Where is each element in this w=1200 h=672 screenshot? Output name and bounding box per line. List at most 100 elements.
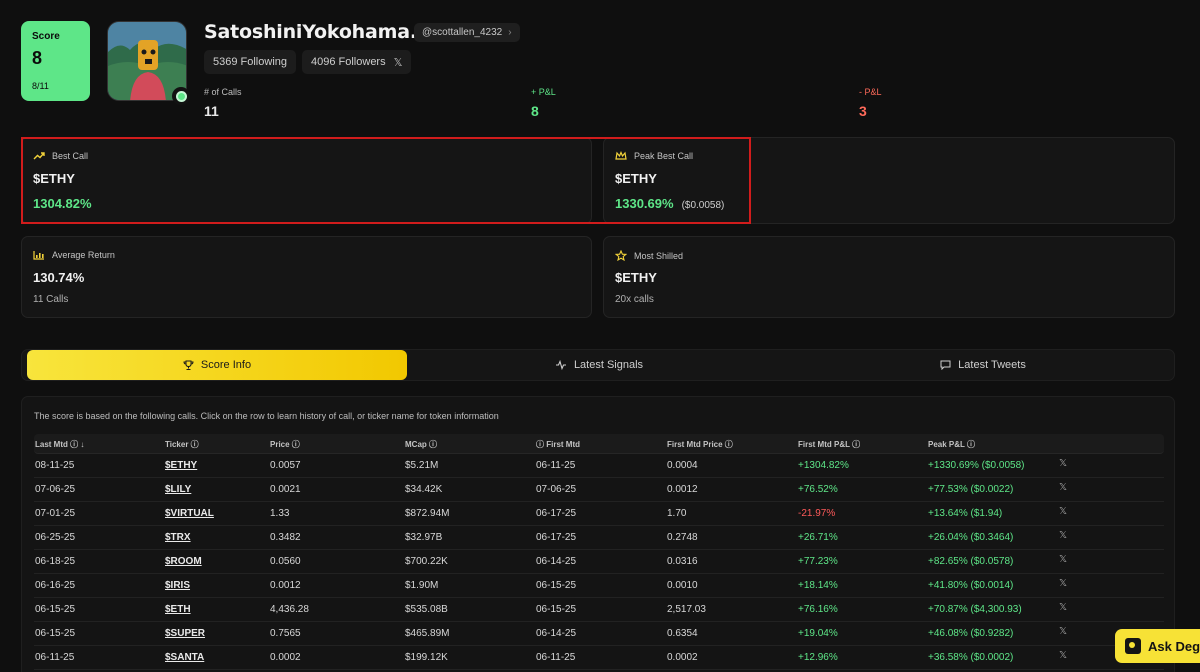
chevron-right-icon: › — [508, 27, 512, 38]
x-share-icon[interactable]: 𝕏 — [1059, 626, 1067, 637]
followers-pill[interactable]: 4096 Followers 𝕏 — [302, 50, 412, 74]
ticker-link[interactable]: $ROOM — [165, 556, 202, 567]
table-cell: 07-06-25 — [536, 484, 577, 495]
table-row[interactable]: 06-11-25 $SANTA 0.0002 $199.12K 06-11-25 0.00… — [34, 646, 1164, 670]
table-cell: 06-17-25 — [536, 508, 577, 519]
average-return-sub: 11 Calls — [33, 294, 69, 305]
x-share-icon[interactable]: 𝕏 — [1059, 554, 1067, 565]
ask-dege-label: Ask Dege — [1148, 638, 1200, 654]
col-first-mtd[interactable]: ⓘ First Mtd — [536, 439, 580, 450]
table-row[interactable]: 06-25-25 $TRX 0.3482 $32.97B 06-17-25 0.2748 +… — [34, 526, 1164, 550]
table-cell: -21.97% — [798, 508, 836, 519]
table-cell: 0.0002 — [667, 652, 698, 663]
table-cell: +1330.69% ($0.0058) — [928, 460, 1025, 471]
table-cell: +19.04% — [798, 628, 838, 639]
table-cell: 06-16-25 — [35, 580, 76, 591]
handle-link[interactable]: @scottallen_4232 › — [414, 23, 520, 42]
col-first-mtd-price[interactable]: First Mtd Price ⓘ — [667, 439, 733, 450]
x-share-icon[interactable]: 𝕏 — [1059, 602, 1067, 613]
message-icon — [940, 360, 951, 370]
table-row[interactable]: 08-11-25 $ETHY 0.0057 $5.21M 06-11-25 0.0004 +… — [34, 454, 1164, 478]
ticker-link[interactable]: $IRIS — [165, 580, 190, 591]
score-sub: 8/11 — [32, 81, 49, 91]
table-cell: 0.0316 — [667, 556, 698, 567]
table-cell: 06-11-25 — [536, 460, 576, 471]
table-cell: 0.0057 — [270, 460, 301, 471]
following-count: 5369 Following — [213, 56, 287, 68]
x-share-icon[interactable]: 𝕏 — [1059, 482, 1067, 493]
score-info-panel: The score is based on the following call… — [21, 396, 1175, 672]
table-row[interactable]: 07-06-25 $LILY 0.0021 $34.42K 07-06-25 0.0012… — [34, 478, 1164, 502]
table-cell: $1.90M — [405, 580, 439, 591]
col-last-mtd[interactable]: Last Mtd ⓘ ↓ — [35, 439, 84, 450]
table-cell: +18.14% — [798, 580, 838, 591]
ticker-link[interactable]: $ETHY — [165, 460, 197, 471]
table-row[interactable]: 06-16-25 $IRIS 0.0012 $1.90M 06-15-25 0.0010 +… — [34, 574, 1164, 598]
table-row[interactable]: 06-18-25 $ROOM 0.0560 $700.22K 06-14-25 0.031… — [34, 550, 1164, 574]
ticker-link[interactable]: $TRX — [165, 532, 191, 543]
ticker-link[interactable]: $LILY — [165, 484, 191, 495]
ticker-link[interactable]: $ETH — [165, 604, 191, 615]
trending-up-icon — [33, 152, 45, 160]
star-icon — [615, 250, 627, 261]
col-price[interactable]: Price ⓘ — [270, 439, 300, 450]
table-cell: 06-11-25 — [35, 652, 75, 663]
tab-latest-tweets-label: Latest Tweets — [958, 359, 1026, 371]
table-cell: 0.0012 — [270, 580, 301, 591]
col-ticker[interactable]: Ticker ⓘ — [165, 439, 199, 450]
online-status-icon — [172, 87, 190, 105]
table-cell: +77.23% — [798, 556, 838, 567]
peak-best-call-price: ($0.0058) — [681, 200, 725, 211]
table-row[interactable]: 06-15-25 $ETH 4,436.28 $535.08B 06-15-25 2,51… — [34, 598, 1164, 622]
table-cell: +26.04% ($0.3464) — [928, 532, 1014, 543]
ask-dege-button[interactable]: Ask Dege — [1115, 629, 1200, 663]
activity-icon — [555, 360, 566, 370]
col-peak-pnl[interactable]: Peak P&L ⓘ — [928, 439, 975, 450]
average-return-card: Average Return 130.74% 11 Calls — [21, 236, 592, 318]
table-cell: 0.0004 — [667, 460, 698, 471]
stat-negative-value: 3 — [859, 103, 867, 119]
table-row[interactable]: 07-01-25 $VIRTUAL 1.33 $872.94M 06-17-25 1.70… — [34, 502, 1164, 526]
x-share-icon[interactable]: 𝕏 — [1059, 650, 1067, 661]
table-cell: 06-15-25 — [35, 604, 76, 615]
x-share-icon[interactable]: 𝕏 — [1059, 530, 1067, 541]
average-return-label: Average Return — [52, 250, 115, 260]
table-cell: 08-11-25 — [35, 460, 75, 471]
col-mcap[interactable]: MCap ⓘ — [405, 439, 437, 450]
table-cell: 0.3482 — [270, 532, 301, 543]
col-first-mtd-pnl[interactable]: First Mtd P&L ⓘ — [798, 439, 860, 450]
table-cell: $32.97B — [405, 532, 443, 543]
x-share-icon[interactable]: 𝕏 — [1059, 578, 1067, 589]
tab-latest-tweets[interactable]: Latest Tweets — [791, 350, 1175, 380]
ticker-link[interactable]: $VIRTUAL — [165, 508, 214, 519]
following-pill[interactable]: 5369 Following — [204, 50, 296, 74]
table-body: 08-11-25 $ETHY 0.0057 $5.21M 06-11-25 0.0004 +… — [34, 454, 1164, 670]
table-cell: $465.89M — [405, 628, 450, 639]
peak-best-call-header: Peak Best Call — [615, 151, 693, 161]
table-cell: +77.53% ($0.0022) — [928, 484, 1014, 495]
table-cell: +26.71% — [798, 532, 838, 543]
tab-latest-signals[interactable]: Latest Signals — [407, 350, 791, 380]
table-cell: $535.08B — [405, 604, 448, 615]
table-cell: 06-17-25 — [536, 532, 577, 543]
peak-best-call-label: Peak Best Call — [634, 151, 694, 161]
table-row[interactable]: 06-15-25 $SUPER 0.7565 $465.89M 06-14-25 0.63… — [34, 622, 1164, 646]
x-share-icon[interactable]: 𝕏 — [1059, 506, 1067, 517]
table-cell: 06-15-25 — [536, 580, 577, 591]
calls-table: Last Mtd ⓘ ↓ Ticker ⓘ Price ⓘ MCap ⓘ ⓘ F… — [34, 434, 1164, 670]
stat-positive-value: 8 — [531, 103, 539, 119]
table-cell: $872.94M — [405, 508, 450, 519]
tab-score-info[interactable]: Score Info — [27, 350, 407, 380]
ticker-link[interactable]: $SANTA — [165, 652, 204, 663]
stat-positive-pnl: + P&L 8 — [531, 87, 556, 119]
ticker-link[interactable]: $SUPER — [165, 628, 205, 639]
x-share-icon[interactable]: 𝕏 — [1059, 458, 1067, 469]
table-cell: 0.0010 — [667, 580, 698, 591]
handle-text: @scottallen_4232 — [422, 27, 503, 38]
table-cell: 06-18-25 — [35, 556, 76, 567]
most-shilled-label: Most Shilled — [634, 250, 684, 261]
table-cell: 06-15-25 — [536, 604, 577, 615]
table-cell: +1304.82% — [798, 460, 849, 471]
table-cell: 07-06-25 — [35, 484, 76, 495]
best-call-header: Best Call — [33, 151, 88, 161]
